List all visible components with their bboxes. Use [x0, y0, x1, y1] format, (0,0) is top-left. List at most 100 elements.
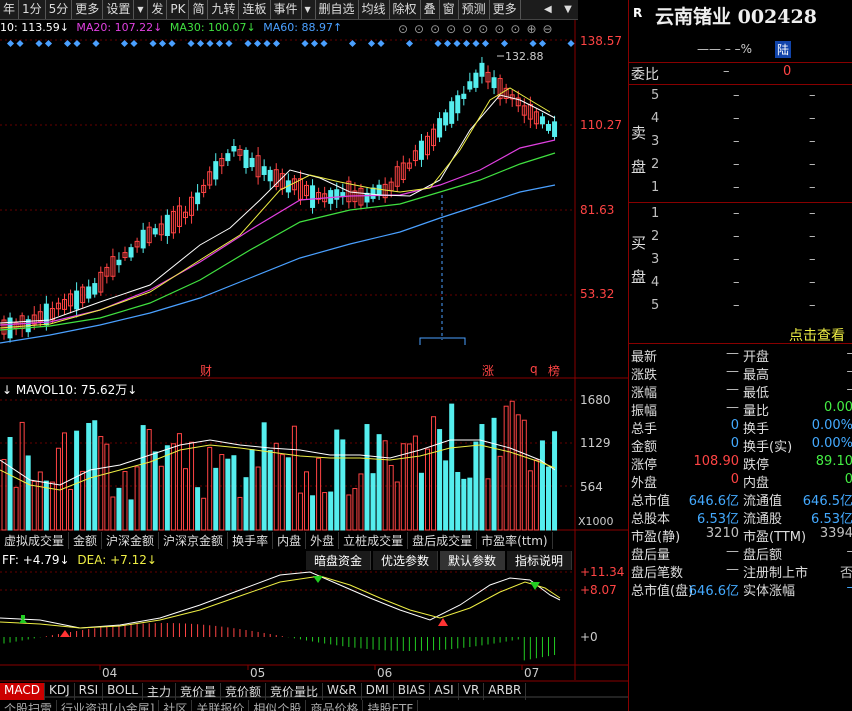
tab-item[interactable]: 相似个股 [249, 700, 307, 711]
tab-item[interactable]: 外盘 [306, 532, 340, 549]
tab-item[interactable]: 竞价量 [176, 683, 222, 700]
level-number: 1 [651, 180, 660, 195]
tab-item[interactable]: 主力 [143, 683, 176, 700]
event-diamond [6, 39, 15, 48]
volume-bar [279, 454, 285, 531]
volume-bar [158, 465, 164, 531]
stat-value: 646.6亿 [688, 494, 739, 509]
volume-bar [170, 443, 176, 531]
tab-item[interactable]: BIAS [394, 683, 431, 700]
event-diamond [225, 39, 233, 48]
tab-item[interactable]: 持股ETF [363, 700, 419, 711]
tab-item[interactable]: DMI [362, 683, 394, 700]
candle-body [539, 116, 545, 125]
stat-label: 振幅 [631, 404, 658, 419]
event-diamond [481, 39, 490, 48]
order-level-row: 5 – – [629, 298, 852, 316]
financial-marker[interactable]: 财 [200, 362, 212, 379]
macd-button[interactable]: 暗盘资金 [306, 551, 372, 570]
order-level-row: 2 – – [629, 229, 852, 247]
tab-item[interactable]: BOLL [103, 683, 143, 700]
volume-bar [491, 417, 497, 531]
limit-up-marker[interactable]: 涨 [482, 362, 494, 379]
volume-bar [7, 436, 13, 531]
tab-item[interactable]: KDJ [45, 683, 75, 700]
tab-item[interactable]: 虚拟成交量 [0, 532, 70, 549]
quote-stat-row: 总市值(盘)646.6亿实体涨幅 – [629, 580, 852, 599]
month-label: 04 [102, 666, 118, 680]
tab-item[interactable]: 盘后成交量 [408, 532, 478, 549]
panel-scrollbar[interactable] [839, 86, 852, 326]
q-marker[interactable]: q [530, 362, 538, 376]
volume-bar [134, 466, 140, 531]
order-level-row: 3 – – [629, 252, 852, 270]
candle-body [437, 118, 443, 138]
level-number: 2 [651, 157, 660, 172]
event-diamond [272, 39, 281, 48]
stat-label: 注册制上市 [743, 566, 809, 581]
volume-bar [122, 471, 128, 531]
event-diamond [149, 39, 157, 48]
tab-item[interactable]: W&R [323, 683, 362, 700]
candle-body [195, 192, 201, 205]
tab-item[interactable]: 个股扫雷 [0, 700, 58, 711]
tab-item[interactable]: 关联报价 [192, 700, 250, 711]
volume-bar [461, 478, 467, 531]
stat-label: 流通股 [743, 512, 783, 527]
quote-stat-row: 总手 0 换手 0.00% [629, 418, 852, 437]
level-price: – [733, 298, 740, 313]
tab-item[interactable]: MACD [0, 683, 45, 700]
tab-item[interactable]: 社区 [159, 700, 193, 711]
level-price: – [733, 88, 740, 103]
tab-item[interactable]: 沪深京金额 [159, 532, 229, 549]
event-diamond [367, 39, 376, 48]
stat-value: — [726, 562, 739, 577]
level-volume: – [809, 275, 816, 290]
volume-bar [273, 442, 279, 531]
tab-item[interactable]: 金额 [69, 532, 103, 549]
volume-bar [1, 458, 7, 531]
price-axis: 138.57 110.27 81.63 53.32 [580, 34, 628, 304]
tab-item[interactable]: ARBR [484, 683, 527, 700]
stat-label: 实体涨幅 [743, 584, 796, 599]
tab-item[interactable]: 沪深金额 [102, 532, 160, 549]
stock-change: —— – –% [697, 42, 753, 56]
stat-label: 内盘 [743, 476, 770, 491]
candle-body [249, 157, 255, 168]
level-volume: – [809, 157, 816, 172]
tab-item[interactable]: 换手率 [228, 532, 274, 549]
order-level-row: 2 – – [629, 157, 852, 175]
volume-bar [346, 494, 352, 531]
macd-button[interactable]: 优选参数 [373, 551, 439, 570]
level-number: 2 [651, 229, 660, 244]
macd-button[interactable]: 指标说明 [507, 551, 573, 570]
volume-bar [358, 473, 364, 531]
macd-button[interactable]: 默认参数 [440, 551, 506, 570]
volume-bar [92, 420, 98, 531]
volume-bar [116, 487, 122, 531]
tab-item[interactable]: VR [459, 683, 485, 700]
volume-bar [74, 430, 80, 531]
tab-item[interactable]: ASI [430, 683, 459, 700]
volume-bar [201, 497, 207, 531]
tab-item[interactable]: 市盈率(ttm) [477, 532, 553, 549]
volume-bar [376, 434, 382, 531]
price-tick: 138.57 [580, 34, 622, 48]
tab-item[interactable]: 内盘 [273, 532, 307, 549]
stat-value: – [847, 364, 852, 379]
stat-label: 换手(实) [743, 440, 793, 455]
click-to-view[interactable]: 点击查看 [789, 325, 845, 345]
tab-item[interactable]: 行业资讯[小金属] [57, 700, 160, 711]
tab-item[interactable]: 竞价额 [221, 683, 267, 700]
tab-item[interactable]: 立桩成交量 [339, 532, 409, 549]
tab-item[interactable]: 竞价量比 [266, 683, 324, 700]
stat-value: — [726, 544, 739, 559]
tab-item[interactable]: RSI [75, 683, 104, 700]
volume-bar [340, 439, 346, 531]
list-marker[interactable]: 榜 [548, 362, 560, 379]
macd-tick: +0 [580, 630, 598, 644]
tab-item[interactable]: 商品价格 [306, 700, 364, 711]
month-label: 06 [377, 666, 393, 680]
volume-bar [497, 455, 503, 531]
volume-bar [485, 478, 491, 531]
